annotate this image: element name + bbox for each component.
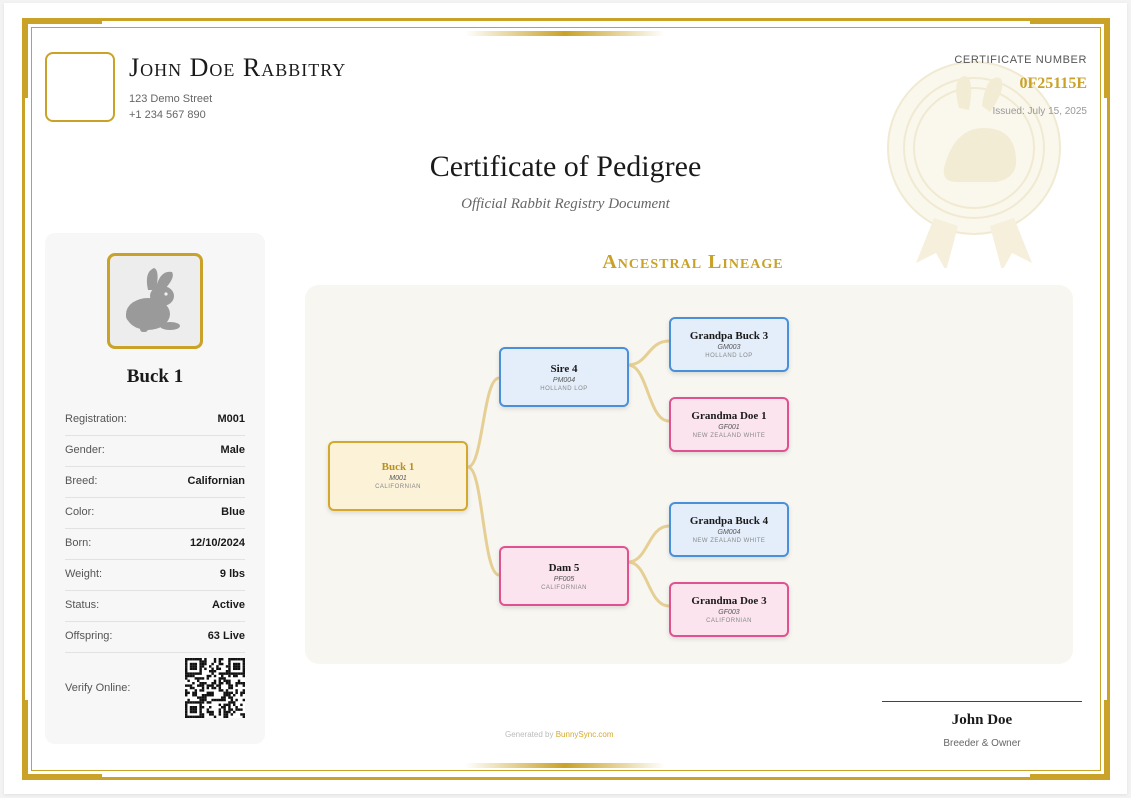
detail-label: Gender:	[65, 444, 105, 456]
certificate-subtitle: Official Rabbit Registry Document	[461, 196, 670, 212]
corner-accent	[1030, 774, 1110, 780]
corner-accent	[1104, 18, 1110, 98]
certificate-number: 0F25115E	[1019, 75, 1087, 92]
signature-line	[882, 701, 1082, 702]
node-name: Dam 5	[548, 562, 580, 574]
node-name: Grandpa Buck 3	[689, 330, 769, 342]
rabbitry-logo-placeholder	[45, 52, 115, 122]
node-registration: GF001	[718, 424, 740, 431]
detail-label: Breed:	[65, 475, 98, 487]
corner-accent	[22, 700, 28, 780]
node-registration: PF005	[553, 576, 575, 583]
detail-value: Male	[220, 444, 245, 456]
node-registration: PM004	[552, 377, 576, 384]
detail-row-weight: Weight: 9 lbs	[65, 560, 245, 591]
detail-row-offspring: Offspring: 63 Live	[65, 622, 245, 653]
detail-row-gender: Gender: Male	[65, 436, 245, 467]
rabbit-icon	[126, 268, 180, 332]
detail-row-breed: Breed: Californian	[65, 467, 245, 498]
corner-accent	[22, 18, 28, 98]
detail-label: Color:	[65, 506, 95, 518]
detail-label: Status:	[65, 599, 100, 611]
node-name: Grandma Doe 1	[691, 410, 767, 422]
node-registration: GM004	[717, 529, 741, 536]
node-registration: M001	[389, 475, 407, 482]
corner-accent	[1030, 18, 1110, 24]
node-breed: HOLLAND LOP	[705, 353, 753, 359]
detail-value: Californian	[187, 475, 245, 487]
lineage-title: Ancestral Lineage	[602, 251, 784, 273]
generated-prefix: Generated by	[505, 730, 554, 739]
pedigree-node-sire[interactable]: Sire 4 PM004 HOLLAND LOP	[499, 347, 629, 407]
rabbitry-phone: +1 234 567 890	[129, 109, 206, 121]
top-edge-ornament	[465, 31, 665, 36]
signature-name: John Doe	[951, 712, 1013, 728]
pedigree-node-sire-dam[interactable]: Grandma Doe 1 GF001 NEW ZEALAND WHITE	[669, 397, 789, 452]
pedigree-node-dam[interactable]: Dam 5 PF005 CALIFORNIAN	[499, 546, 629, 606]
pedigree-node-subject[interactable]: Buck 1 M001 CALIFORNIAN	[328, 441, 468, 511]
connector-line	[626, 339, 671, 367]
generated-brand-link[interactable]: BunnySync.com	[556, 730, 614, 739]
node-name: Grandma Doe 3	[691, 595, 767, 607]
detail-row-born: Born: 12/10/2024	[65, 529, 245, 560]
node-breed: CALIFORNIAN	[706, 618, 752, 624]
detail-label: Offspring:	[65, 630, 113, 642]
rabbitry-name: John Doe Rabbitry	[129, 53, 347, 82]
detail-label: Registration:	[65, 413, 127, 425]
detail-label: Weight:	[65, 568, 103, 580]
pedigree-tree: Buck 1 M001 CALIFORNIAN Sire 4 PM004 HOL…	[305, 285, 1073, 664]
detail-value: 9 lbs	[219, 568, 245, 580]
connector-line	[626, 363, 671, 423]
pedigree-node-sire-sire[interactable]: Grandpa Buck 3 GM003 HOLLAND LOP	[669, 317, 789, 372]
signature-role: Breeder & Owner	[943, 738, 1021, 749]
verify-online-label: Verify Online:	[65, 682, 131, 694]
certificate-title: Certificate of Pedigree	[429, 150, 702, 183]
node-breed: NEW ZEALAND WHITE	[692, 538, 766, 544]
detail-value: 12/10/2024	[189, 537, 245, 549]
corner-accent	[1104, 700, 1110, 780]
corner-accent	[22, 774, 102, 780]
detail-value: Active	[211, 599, 245, 611]
node-registration: GF003	[718, 609, 740, 616]
node-name: Grandpa Buck 4	[689, 515, 769, 527]
qr-code-icon[interactable]	[185, 658, 245, 718]
detail-value: 63 Live	[207, 630, 245, 642]
rabbitry-address: 123 Demo Street	[129, 93, 213, 105]
node-breed: HOLLAND LOP	[540, 386, 588, 392]
node-name: Sire 4	[550, 363, 578, 375]
node-breed: NEW ZEALAND WHITE	[692, 433, 766, 439]
rabbit-details-panel: Buck 1 Registration: M001 Gender: Male B…	[45, 233, 265, 744]
connector-line	[466, 376, 501, 469]
generated-by-note: Generated by BunnySync.com	[505, 730, 614, 739]
certificate-sheet: John Doe Rabbitry 123 Demo Street +1 234…	[4, 3, 1127, 794]
pedigree-node-dam-dam[interactable]: Grandma Doe 3 GF003 CALIFORNIAN	[669, 582, 789, 637]
detail-row-status: Status: Active	[65, 591, 245, 622]
connector-line	[626, 560, 671, 608]
detail-label: Born:	[65, 537, 92, 549]
node-breed: CALIFORNIAN	[375, 484, 421, 490]
certificate-number-label: CERTIFICATE NUMBER	[954, 54, 1087, 66]
detail-row-color: Color: Blue	[65, 498, 245, 529]
pedigree-node-dam-sire[interactable]: Grandpa Buck 4 GM004 NEW ZEALAND WHITE	[669, 502, 789, 557]
connector-line	[626, 524, 671, 564]
issued-date: Issued: July 15, 2025	[992, 106, 1087, 117]
node-registration: GM003	[717, 344, 741, 351]
node-name: Buck 1	[381, 461, 415, 473]
detail-value: Blue	[221, 506, 245, 518]
detail-value: M001	[217, 413, 245, 425]
rabbit-name: Buck 1	[126, 366, 184, 387]
detail-row-registration: Registration: M001	[65, 405, 245, 436]
corner-accent	[22, 18, 102, 24]
connector-line	[466, 465, 501, 577]
bottom-edge-ornament	[465, 763, 665, 768]
rabbit-photo	[107, 253, 203, 349]
node-breed: CALIFORNIAN	[541, 585, 587, 591]
